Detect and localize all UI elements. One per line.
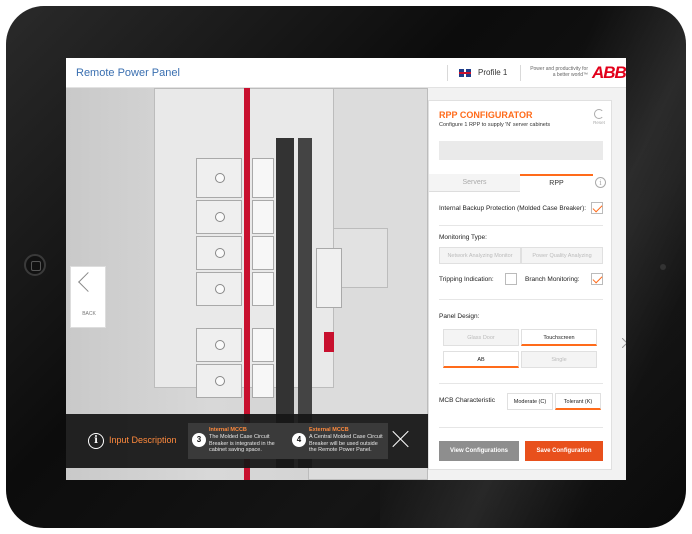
breaker-module[interactable] [196,328,242,362]
card-text: A Central Molded Case Circuit Breaker wi… [309,434,383,453]
uk-flag-icon[interactable] [459,69,471,77]
profile-selector[interactable]: Profile 1 [478,68,507,77]
card-title: Internal MCCB [209,427,247,433]
mcb-characteristic-label: MCB Characteristic [439,397,495,404]
breaker-label-strip [252,272,274,306]
breaker-knob [215,173,225,183]
panel-design-label: Panel Design: [439,313,480,320]
app-screen: Remote Power Panel Profile 1 Power and p… [66,58,626,480]
back-label: BACK [82,311,96,317]
tripping-indication-checkbox[interactable] [505,273,517,285]
divider [439,225,603,226]
view-configurations-button[interactable]: View Configurations [439,441,519,461]
breaker-knob [215,284,225,294]
breaker-knob [215,212,225,222]
brand-tagline: Power and productivity for a better worl… [530,66,588,78]
card-title: External MCCB [309,427,349,433]
divider [439,427,603,428]
reset-button[interactable]: Reset [591,109,607,125]
breaker-module[interactable] [196,272,242,306]
input-description-bar: i Input Description 3 Internal MCCB The … [66,414,428,468]
app-title: Remote Power Panel [76,67,180,79]
internal-backup-checkbox[interactable] [591,202,603,214]
step-number: 4 [292,433,306,447]
close-icon[interactable] [622,338,626,348]
step-number: 3 [192,433,206,447]
save-configuration-button[interactable]: Save Configuration [525,441,603,461]
breaker-label-strip [252,236,274,270]
configuration-summary-field[interactable] [439,141,603,160]
breaker-knob [215,340,225,350]
breaker-label-strip [252,328,274,362]
refresh-icon [594,109,604,119]
branch-monitoring-label: Branch Monitoring: [525,276,580,283]
tab-servers[interactable]: Servers [429,174,520,192]
configurator-subtitle: Configure 1 RPP to supply 'N' server cab… [439,122,551,128]
breaker-knob [215,248,225,258]
internal-backup-label: Internal Backup Protection (Molded Case … [439,205,587,212]
info-icon[interactable]: i [595,177,606,188]
breaker-module[interactable] [196,236,242,270]
mcb-option-tolerant[interactable]: Tolerant (K) [555,393,601,410]
back-button[interactable]: BACK [70,266,106,328]
tab-rpp[interactable]: RPP [520,174,593,192]
3d-panel-viewer[interactable]: BACK i Input Description 3 Internal MCCB… [66,88,428,480]
chevron-left-icon [78,272,98,292]
description-card: 4 External MCCB A Central Molded Case Ci… [288,423,388,459]
divider [439,383,603,384]
panel-design-glass-door[interactable]: Glass Door [443,329,519,346]
breaker-knob [215,376,225,386]
panel-design-touchscreen[interactable]: Touchscreen [521,329,597,346]
top-bar: Remote Power Panel Profile 1 Power and p… [66,58,626,88]
branch-monitoring-checkbox[interactable] [591,273,603,285]
panel-design-single[interactable]: Single [521,351,597,368]
close-icon[interactable] [392,430,410,448]
red-handle [324,332,334,352]
configurator-title: RPP CONFIGURATOR [439,110,533,120]
breaker-label-strip [252,364,274,398]
rpp-configurator-panel: RPP CONFIGURATOR Configure 1 RPP to supp… [428,100,612,470]
breaker-module[interactable] [196,200,242,234]
divider [520,65,521,81]
configurator-tabs: Servers RPP [429,174,593,192]
breaker-module[interactable] [196,158,242,198]
breaker-label-strip [252,200,274,234]
card-text: The Molded Case Circuit Breaker is integ… [209,434,275,453]
abb-logo: ABB [592,63,626,82]
tripping-indication-label: Tripping Indication: [439,276,494,283]
description-card: 3 Internal MCCB The Molded Case Circuit … [188,423,288,459]
divider [447,65,448,81]
monitoring-option-power-quality[interactable]: Power Quality Analyzing [521,247,603,264]
monitoring-type-label: Monitoring Type: [439,234,487,241]
divider [439,299,603,300]
breaker-label-strip [252,158,274,198]
side-breaker[interactable] [316,248,342,308]
breaker-module[interactable] [196,364,242,398]
info-icon: i [88,433,104,449]
input-description-title: Input Description [109,435,177,445]
panel-design-ab[interactable]: AB [443,351,519,368]
front-camera [660,264,666,270]
monitoring-option-network[interactable]: Network Analyzing Monitor [439,247,521,264]
reset-label: Reset [593,120,605,125]
mcb-option-moderate[interactable]: Moderate (C) [507,393,553,410]
home-button[interactable] [24,254,46,276]
